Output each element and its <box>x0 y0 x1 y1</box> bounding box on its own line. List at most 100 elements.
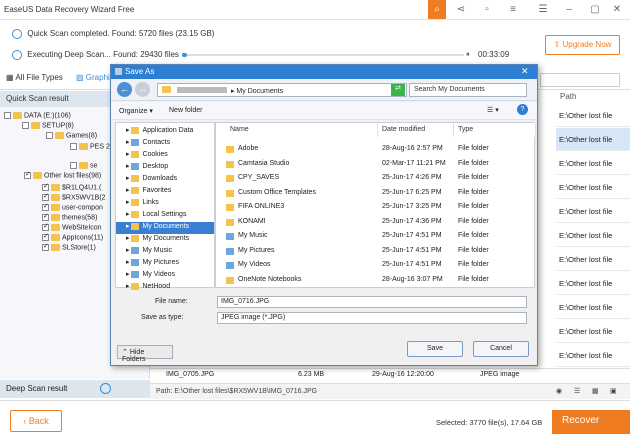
nav-tree-item[interactable]: ▸ Favorites <box>116 186 214 198</box>
file-row[interactable]: KONAMI 25-Jun-17 4:36 PM File folder <box>216 216 536 229</box>
preview-icon[interactable]: ◉ <box>556 387 562 395</box>
tree-item[interactable]: $RX5WV1B(2 <box>42 192 106 201</box>
tree-checkbox[interactable] <box>24 170 31 179</box>
minimize-icon[interactable]: – <box>556 0 582 19</box>
tree-item[interactable]: $R1LQ4U1.( <box>42 182 101 191</box>
tree-item[interactable]: Other lost files(98) <box>24 170 101 179</box>
share-icon[interactable]: ⋖ <box>448 0 474 19</box>
new-folder-button[interactable]: New folder <box>169 107 202 114</box>
tree-checkbox[interactable] <box>70 143 77 150</box>
tree-checkbox[interactable] <box>22 122 29 129</box>
tree-checkbox[interactable] <box>42 192 49 201</box>
tab-all-file-types[interactable]: ▦ All File Types <box>6 73 63 82</box>
file-row[interactable]: OneNote Notebooks 28-Aug-16 3:07 PM File f… <box>216 274 536 287</box>
file-row[interactable]: My Music 25-Jun-17 4:51 PM File folder <box>216 230 536 243</box>
file-row[interactable]: Custom Office Templates 25-Jun-17 6:25 PM… <box>216 187 536 200</box>
filename-input[interactable]: IMG_0716.JPG <box>217 296 527 308</box>
nav-tree-item[interactable]: ▸ NetHood <box>116 282 214 294</box>
path-cell[interactable]: E:\Other lost file <box>556 320 630 343</box>
file-row[interactable]: Adobe 28-Aug-16 2:57 PM File folder <box>216 143 536 156</box>
grid-view-icon[interactable]: ▦ <box>592 387 599 395</box>
tree-checkbox[interactable] <box>42 212 49 221</box>
file-row-partial[interactable]: IMG_0705.JPG 6.23 MB 29-Aug-16 12:20:00 … <box>150 368 630 382</box>
dialog-search-input[interactable]: Search My Documents <box>409 83 527 97</box>
nav-tree-item[interactable]: ▸ Contacts <box>116 138 214 150</box>
tab-graphic[interactable]: ▨ Graphic <box>76 73 114 82</box>
restore-icon[interactable]: ▫ <box>474 0 500 19</box>
tree-item[interactable]: themes(58) <box>42 212 97 221</box>
tree-item[interactable]: user-compon <box>42 202 103 211</box>
list-view-icon[interactable]: ☰ <box>574 387 580 395</box>
file-row[interactable]: My Pictures 25-Jun-17 4:51 PM File folder <box>216 245 536 258</box>
menu-icon[interactable]: ☰ <box>530 0 556 19</box>
file-row[interactable]: CPY_SAVES 25-Jun-17 4:26 PM File folder <box>216 172 536 185</box>
file-row[interactable]: Camtasia Studio 02-Mar-17 11:21 PM File fo… <box>216 158 536 171</box>
file-row[interactable]: FIFA ONLINE3 25-Jun-17 3:25 PM File folder <box>216 201 536 214</box>
tree-checkbox[interactable] <box>4 112 11 119</box>
path-cell[interactable]: E:\Other lost file <box>556 128 630 151</box>
tree-checkbox[interactable] <box>42 242 49 251</box>
tree-checkbox[interactable] <box>46 132 53 139</box>
pause-icon[interactable]: ⏸ <box>466 51 470 59</box>
dialog-close-icon[interactable]: ✕ <box>521 66 529 77</box>
path-cell[interactable]: E:\Other lost file <box>556 248 630 271</box>
search-icon[interactable]: ⌕ <box>428 0 446 19</box>
view-options-icon[interactable]: ☰ ▾ <box>487 106 499 114</box>
nav-tree-item[interactable]: ▸ My Documents <box>116 234 214 246</box>
nav-tree-item[interactable]: ▸ My Pictures <box>116 258 214 270</box>
back-button[interactable]: ‹ Back <box>10 410 62 432</box>
path-cell[interactable]: E:\Other lost file <box>556 272 630 295</box>
tree-item[interactable]: SLStore(1) <box>42 242 96 251</box>
savetype-select[interactable]: JPEG image (*.JPG) <box>217 312 527 324</box>
file-row[interactable]: My Videos 25-Jun-17 4:51 PM File folder <box>216 259 536 272</box>
nav-tree-item[interactable]: ▸ Downloads <box>116 174 214 186</box>
refresh-icon[interactable]: ⇄ <box>391 84 405 96</box>
tree-checkbox[interactable] <box>42 232 49 241</box>
column-date[interactable]: Date modified <box>378 123 454 137</box>
path-cell[interactable]: E:\Other lost file <box>556 176 630 199</box>
nav-tree-item[interactable]: ▸ Links <box>116 198 214 210</box>
path-cell[interactable]: E:\Other lost file <box>556 104 630 127</box>
tree-checkbox[interactable] <box>42 222 49 231</box>
path-column-header[interactable]: Path <box>560 92 576 101</box>
save-button[interactable]: Save <box>407 341 463 357</box>
column-name[interactable]: Name <box>216 123 378 137</box>
thumbnail-view-icon[interactable]: ▣ <box>610 387 617 395</box>
chevron-icon[interactable]: ≡ <box>500 0 526 19</box>
pause-icon[interactable] <box>100 383 111 394</box>
tree-checkbox[interactable] <box>42 182 49 191</box>
tree-item[interactable]: se <box>70 162 97 169</box>
nav-tree-item[interactable]: ▸ My Documents <box>116 222 214 234</box>
tree-item[interactable]: DATA (E:)(106) <box>4 112 71 119</box>
help-icon[interactable]: ? <box>517 104 528 115</box>
tree-item[interactable]: PES 20 <box>70 143 114 150</box>
tree-item[interactable]: SETUP(8) <box>22 122 74 129</box>
cancel-button[interactable]: Cancel <box>473 341 529 357</box>
nav-tree-item[interactable]: ▸ Desktop <box>116 162 214 174</box>
path-cell[interactable]: E:\Other lost file <box>556 200 630 223</box>
tree-checkbox[interactable] <box>42 202 49 211</box>
tree-item[interactable]: WebSiteIcon <box>42 222 102 231</box>
upgrade-button[interactable]: ⇧ Upgrade Now <box>545 35 620 55</box>
nav-tree-item[interactable]: ▸ Cookies <box>116 150 214 162</box>
tree-checkbox[interactable] <box>70 162 77 169</box>
tree-item[interactable]: Games(8) <box>46 132 97 139</box>
nav-tree-item[interactable]: ▸ Application Data <box>116 126 214 138</box>
hide-folders-button[interactable]: ⌃ Hide Folders <box>117 345 173 363</box>
main-search-input[interactable] <box>540 73 620 87</box>
path-cell[interactable]: E:\Other lost file <box>556 296 630 319</box>
organize-button[interactable]: Organize ▾ <box>119 107 153 115</box>
recover-button[interactable]: Recover <box>552 410 630 434</box>
path-cell[interactable]: E:\Other lost file <box>556 224 630 247</box>
tree-item[interactable]: AppIcons(11) <box>42 232 103 241</box>
path-cell[interactable]: E:\Other lost file <box>556 344 630 367</box>
column-type[interactable]: Type <box>454 123 536 137</box>
path-cell[interactable]: E:\Other lost file <box>556 152 630 175</box>
back-arrow-icon[interactable]: ← <box>117 82 132 97</box>
forward-arrow-icon[interactable]: → <box>135 82 150 97</box>
nav-tree-item[interactable]: ▸ Local Settings <box>116 210 214 222</box>
nav-tree-item[interactable]: ▸ My Music <box>116 246 214 258</box>
nav-tree-item[interactable]: ▸ My Videos <box>116 270 214 282</box>
address-bar[interactable]: ▸ My Documents <box>157 83 407 97</box>
close-icon[interactable]: ✕ <box>604 0 630 19</box>
